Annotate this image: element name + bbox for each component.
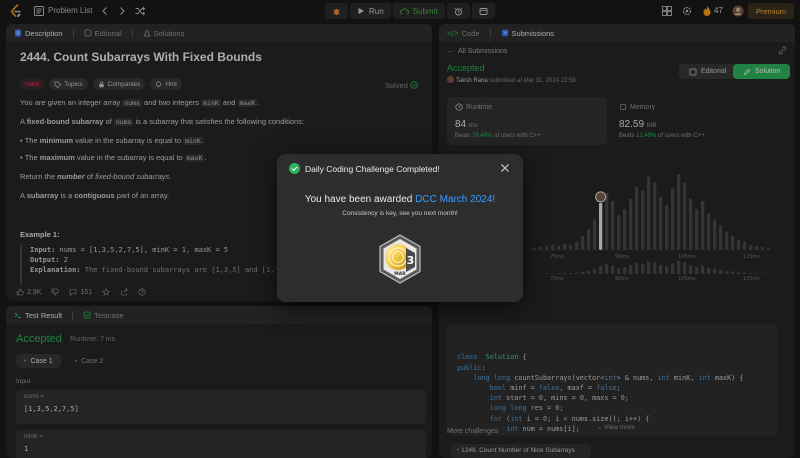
close-icon[interactable]: [500, 163, 510, 173]
modal-title: Daily Coding Challenge Completed!: [305, 164, 440, 174]
svg-text:MAR: MAR: [394, 271, 406, 277]
challenge-completed-modal: Daily Coding Challenge Completed! You ha…: [277, 154, 523, 302]
check-circle-icon: [289, 163, 300, 174]
modal-subtitle: Consistency is key, see you next month!: [342, 210, 458, 217]
award-text: You have been awarded DCC March 2024!: [304, 194, 496, 205]
svg-text:3: 3: [407, 254, 415, 267]
award-name[interactable]: DCC March 2024!: [415, 194, 495, 205]
dcc-badge-icon: 3 MAR: [379, 234, 421, 284]
